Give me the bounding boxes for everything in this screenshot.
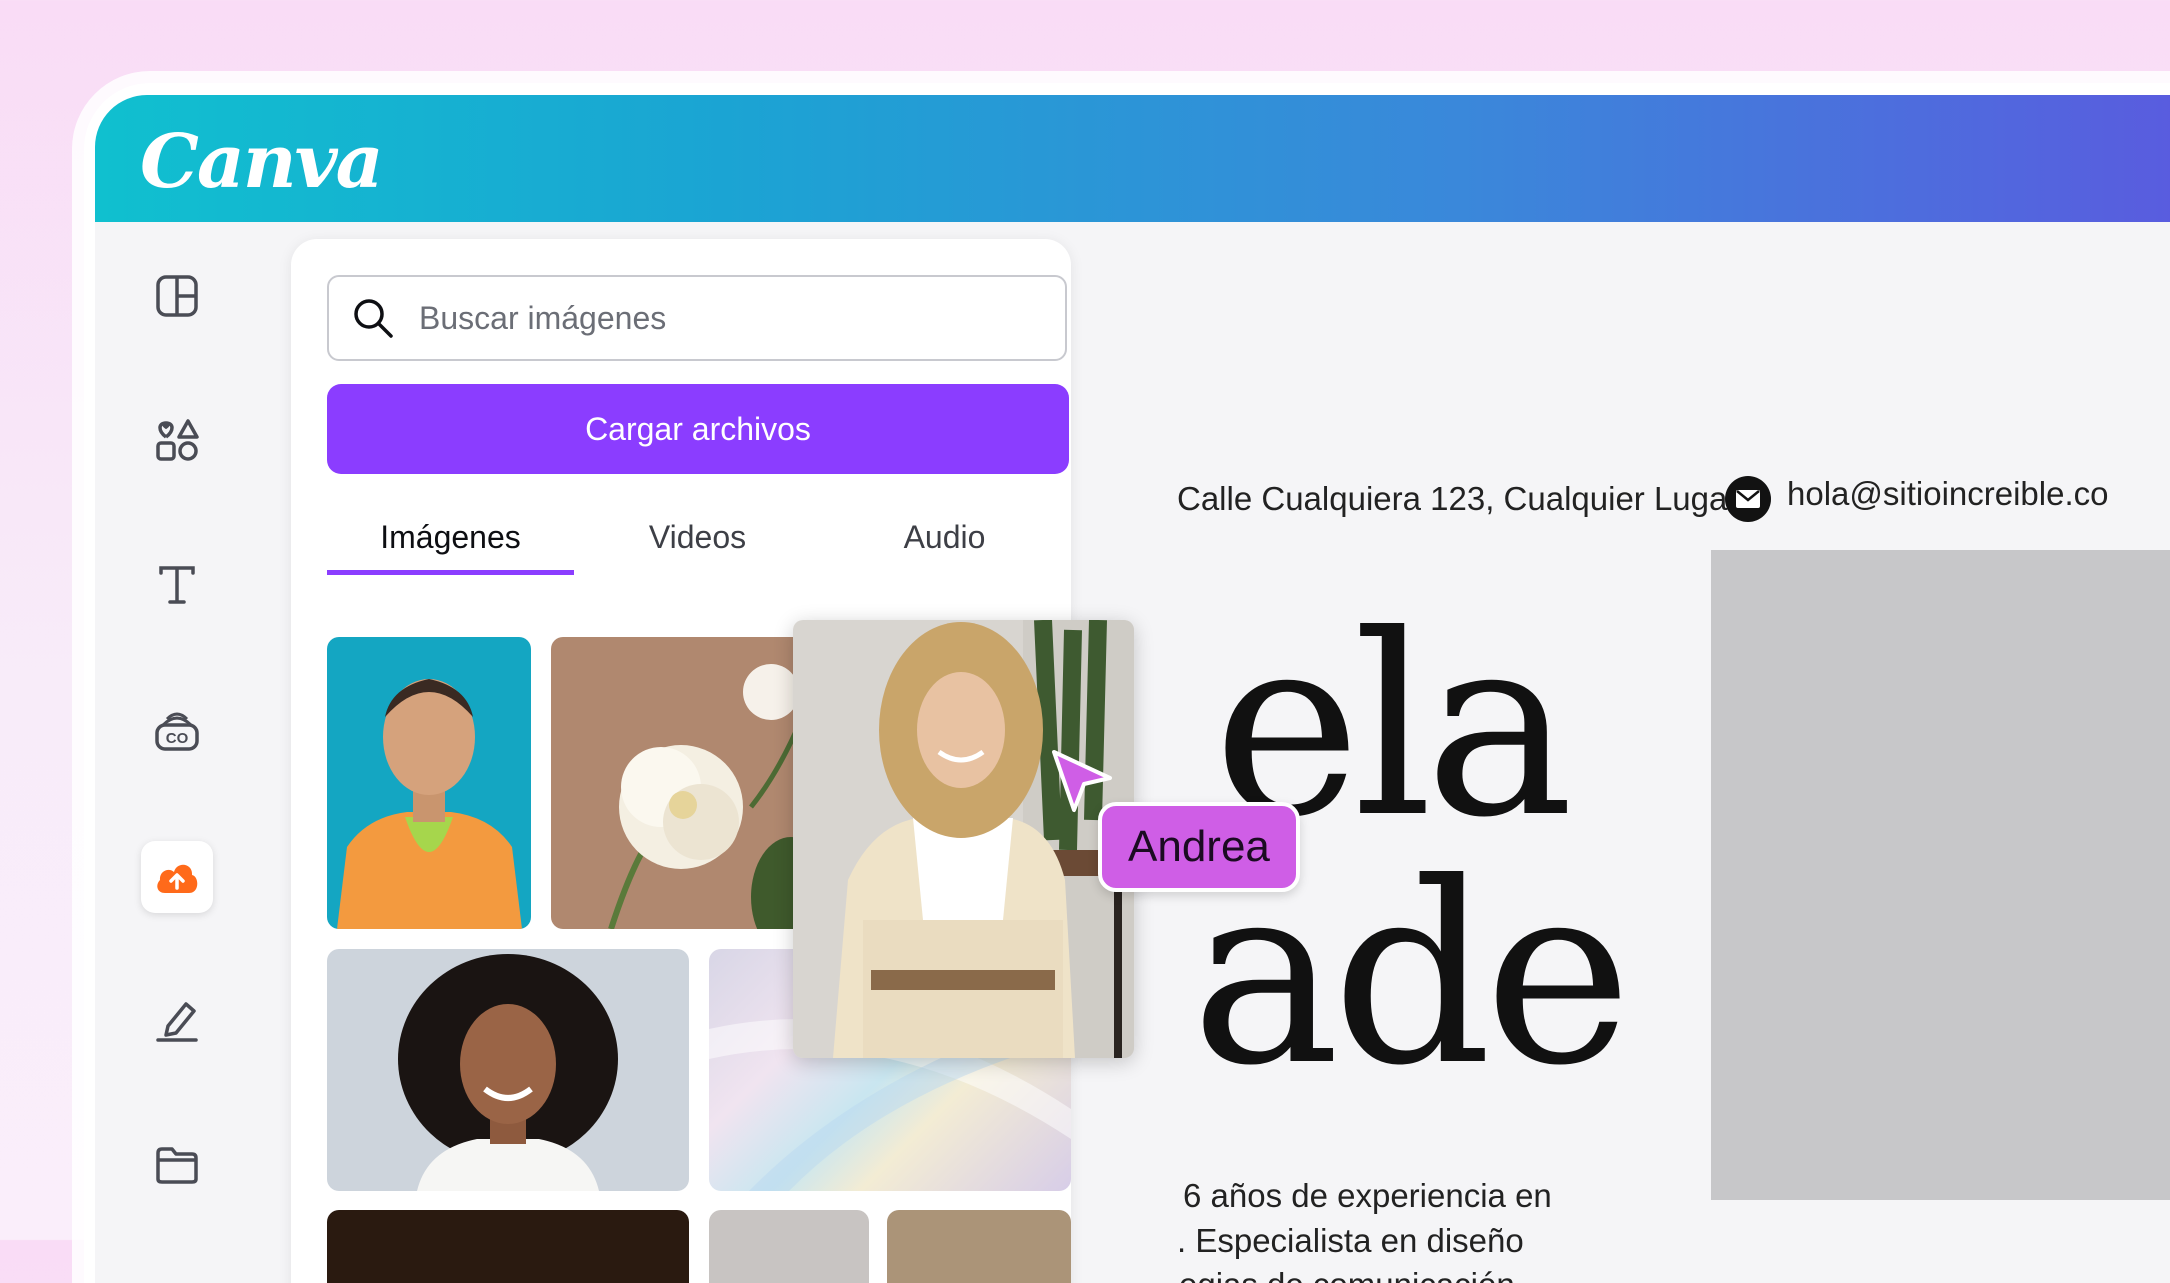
image-thumbnail-portrait-2[interactable]	[327, 949, 689, 1191]
folder-icon	[156, 1147, 198, 1184]
media-tabs: Imágenes Videos Audio	[327, 507, 1069, 575]
canvas-image-placeholder[interactable]	[1711, 550, 2170, 1200]
tab-videos[interactable]: Videos	[574, 507, 821, 575]
rail-item-brand[interactable]: CO	[141, 694, 213, 766]
rail-item-layout[interactable]	[141, 260, 213, 332]
image-thumbnail-dark[interactable]	[327, 1210, 689, 1283]
draw-icon	[156, 1002, 198, 1042]
rail-item-elements[interactable]	[141, 404, 213, 476]
dragged-photo[interactable]	[793, 620, 1134, 1058]
person-image	[337, 679, 522, 929]
person-image	[398, 954, 618, 1191]
rail-item-uploads[interactable]	[141, 841, 213, 913]
image-thumbnail-portrait-1[interactable]	[327, 637, 531, 929]
body-line-2[interactable]: . Especialista en diseño	[1177, 1222, 1524, 1260]
body-line-3[interactable]: egias de comunicación	[1179, 1266, 1515, 1283]
search-box[interactable]	[327, 275, 1067, 361]
image-thumbnail-gray[interactable]	[709, 1210, 869, 1283]
upload-cloud-icon	[157, 864, 198, 893]
rail-item-draw[interactable]	[141, 985, 213, 1057]
icon-rail: CO	[95, 222, 285, 1283]
mail-icon	[1725, 476, 1771, 522]
collaborator-name-tag: Andrea	[1098, 802, 1300, 892]
person-image	[793, 620, 1134, 1058]
brand-icon: CO	[155, 712, 199, 751]
body-line-1[interactable]: 6 años de experiencia en	[1183, 1177, 1552, 1215]
layout-icon	[156, 275, 198, 317]
text-icon	[159, 566, 195, 604]
tab-audio[interactable]: Audio	[821, 507, 1068, 575]
elements-icon	[156, 419, 199, 461]
canva-logo[interactable]: Canva	[140, 119, 384, 205]
rail-item-projects[interactable]	[141, 1129, 213, 1201]
email-text[interactable]: hola@sitioincreible.co	[1787, 475, 2109, 513]
search-icon	[354, 299, 393, 338]
tab-images[interactable]: Imágenes	[327, 507, 574, 575]
top-bar: Canva	[95, 95, 2170, 222]
search-input[interactable]	[417, 298, 1021, 338]
svg-text:CO: CO	[166, 730, 189, 747]
rail-item-text[interactable]	[141, 549, 213, 621]
image-thumbnail-tan[interactable]	[887, 1210, 1071, 1283]
upload-files-button[interactable]: Cargar archivos	[327, 384, 1069, 474]
address-text[interactable]: Calle Cualquiera 123, Cualquier Lugar	[1177, 480, 1738, 518]
